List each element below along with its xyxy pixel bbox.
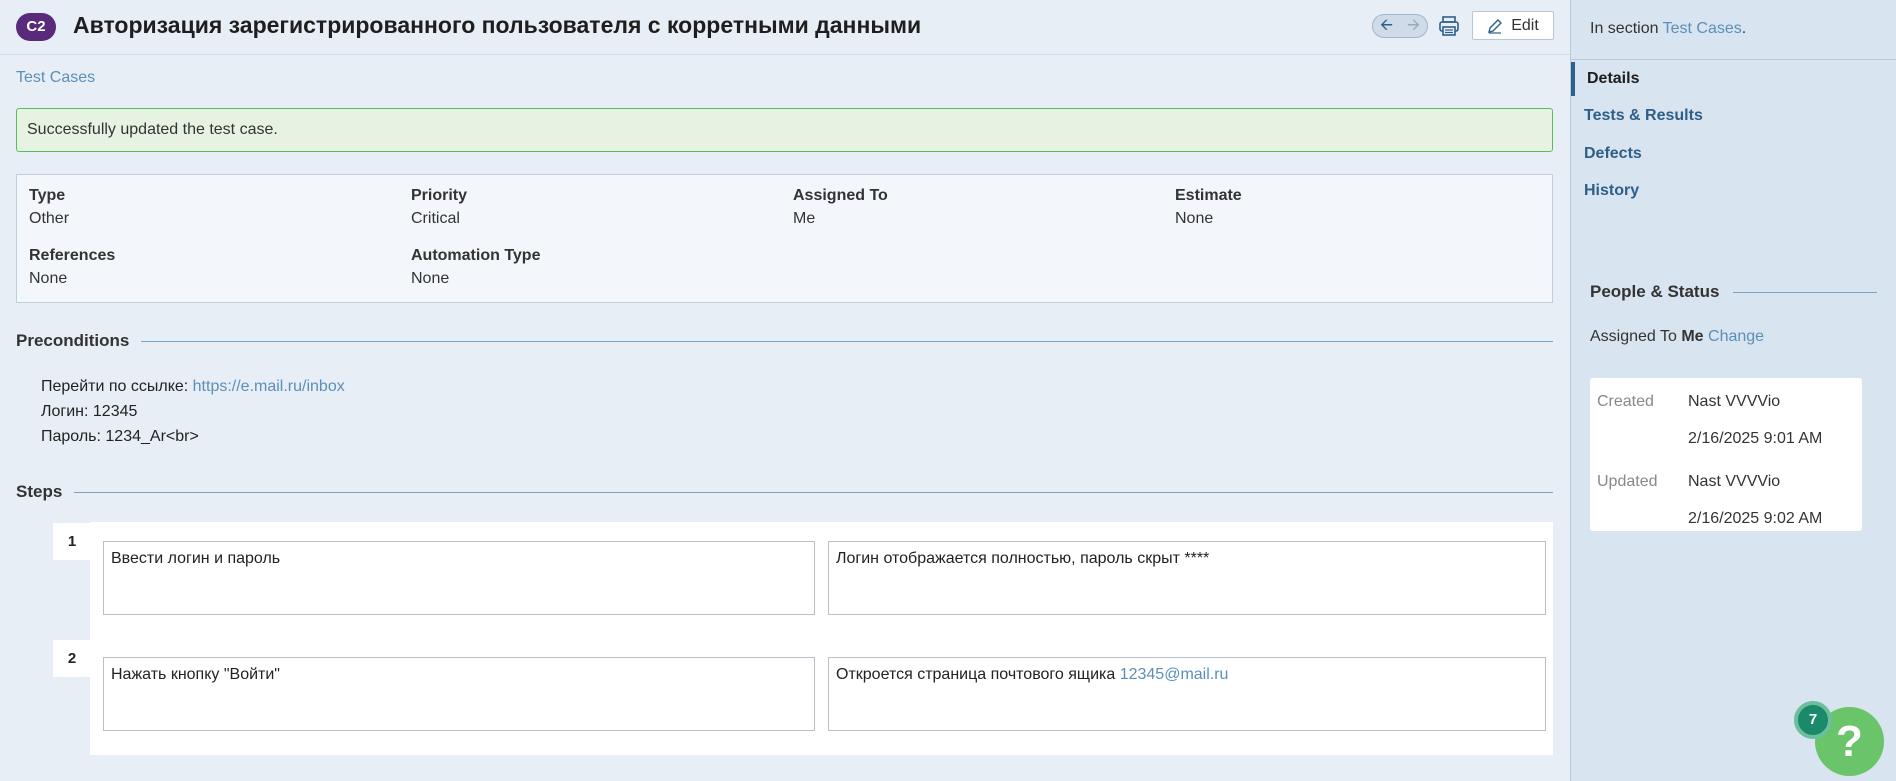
sidebar: In section Test Cases. Details Tests & R… [1570, 0, 1896, 781]
field-priority: Priority Critical [411, 187, 467, 228]
people-status-title: People & Status [1590, 282, 1720, 301]
precondition-line: Логин: 12345 [41, 403, 138, 420]
email-link[interactable]: 12345@mail.ru [1120, 666, 1229, 683]
field-references: References None [29, 247, 115, 288]
precondition-text: Перейти по ссылке: [41, 378, 193, 395]
field-automation-type: Automation Type None [411, 247, 540, 288]
edit-label: Edit [1511, 16, 1539, 34]
field-estimate: Estimate None [1175, 187, 1242, 228]
step-number: 1 [53, 523, 91, 560]
field-value: Other [29, 210, 70, 227]
updated-label: Updated [1597, 473, 1658, 490]
assigned-value: Me [1681, 328, 1704, 345]
main-content: C2 Авторизация зарегистрированного польз… [0, 0, 1570, 781]
field-value: None [1175, 210, 1214, 227]
step-action[interactable]: Нажать кнопку "Войти" [103, 657, 815, 731]
divider [1733, 291, 1877, 293]
step-expected-text: Откроется страница почтового ящика [836, 666, 1120, 683]
edit-button[interactable]: Edit [1472, 11, 1554, 40]
field-value: Me [793, 210, 816, 227]
field-label: Priority [411, 187, 468, 204]
section-link[interactable]: Test Cases [1663, 20, 1742, 37]
step-expected-text: Логин отображается полностью, пароль скр… [836, 550, 1210, 567]
field-type: Type Other [29, 187, 69, 228]
case-navigation: 🡨 🡪 [1372, 14, 1428, 38]
created-by: Nast VVVVio [1688, 393, 1781, 410]
divider [141, 340, 1553, 342]
assigned-to-line: Assigned To Me Change [1590, 328, 1764, 346]
step-expected[interactable]: Откроется страница почтового ящика 12345… [828, 657, 1546, 731]
field-label: Estimate [1175, 187, 1242, 204]
field-value: None [411, 270, 450, 287]
preconditions-content: Перейти по ссылке: https://e.mail.ru/inb… [41, 374, 345, 449]
case-id-badge: C2 [16, 13, 56, 41]
steps-header: Steps [16, 482, 1553, 502]
next-arrow-icon[interactable]: 🡪 [1407, 18, 1420, 34]
step-action[interactable]: Ввести логин и пароль [103, 541, 815, 615]
divider [1571, 59, 1896, 60]
details-panel: Type Other Priority Critical Assigned To… [16, 174, 1553, 303]
field-label: Type [29, 187, 66, 204]
audit-card: Created Nast VVVVio 2/16/2025 9:01 AM Up… [1590, 378, 1862, 531]
title-bar: C2 Авторизация зарегистрированного польз… [0, 0, 1570, 55]
tab-defects[interactable]: Defects [1571, 137, 1896, 171]
updated-by: Nast VVVVio [1688, 473, 1781, 490]
breadcrumb-test-cases[interactable]: Test Cases [16, 69, 95, 87]
print-icon[interactable] [1438, 15, 1460, 37]
in-section-prefix: In section [1590, 20, 1663, 37]
precondition-link[interactable]: https://e.mail.ru/inbox [193, 378, 345, 395]
field-value: Critical [411, 210, 460, 227]
created-label: Created [1597, 393, 1654, 410]
previous-arrow-icon[interactable]: 🡨 [1380, 18, 1393, 34]
step-number: 2 [53, 640, 91, 677]
help-count-badge: 7 [1794, 701, 1832, 739]
step-expected[interactable]: Логин отображается полностью, пароль скр… [828, 541, 1546, 615]
precondition-line: Пароль: 1234_Ar<br> [41, 428, 199, 445]
assigned-label: Assigned To [1590, 328, 1682, 345]
tab-history[interactable]: History [1571, 174, 1896, 208]
created-at: 2/16/2025 9:01 AM [1688, 430, 1823, 447]
field-value: None [29, 270, 68, 287]
divider [74, 491, 1553, 493]
field-assigned-to: Assigned To Me [793, 187, 888, 228]
change-link[interactable]: Change [1708, 328, 1764, 345]
in-section-suffix: . [1741, 20, 1747, 37]
preconditions-header: Preconditions [16, 331, 1553, 351]
updated-at: 2/16/2025 9:02 AM [1688, 510, 1823, 527]
page-title: Авторизация зарегистрированного пользова… [73, 12, 922, 38]
field-label: Automation Type [411, 247, 541, 264]
field-label: Assigned To [793, 187, 888, 204]
steps-title: Steps [16, 482, 63, 501]
pencil-icon [1488, 18, 1503, 34]
people-status-header: People & Status [1590, 282, 1877, 302]
field-label: References [29, 247, 116, 264]
tab-tests-results[interactable]: Tests & Results [1571, 99, 1896, 133]
success-message: Successfully updated the test case. [16, 108, 1553, 152]
tab-details[interactable]: Details [1571, 62, 1896, 96]
in-section-text: In section Test Cases. [1590, 20, 1746, 38]
precondition-line: Перейти по ссылке: https://e.mail.ru/inb… [41, 374, 345, 399]
preconditions-title: Preconditions [16, 331, 130, 350]
